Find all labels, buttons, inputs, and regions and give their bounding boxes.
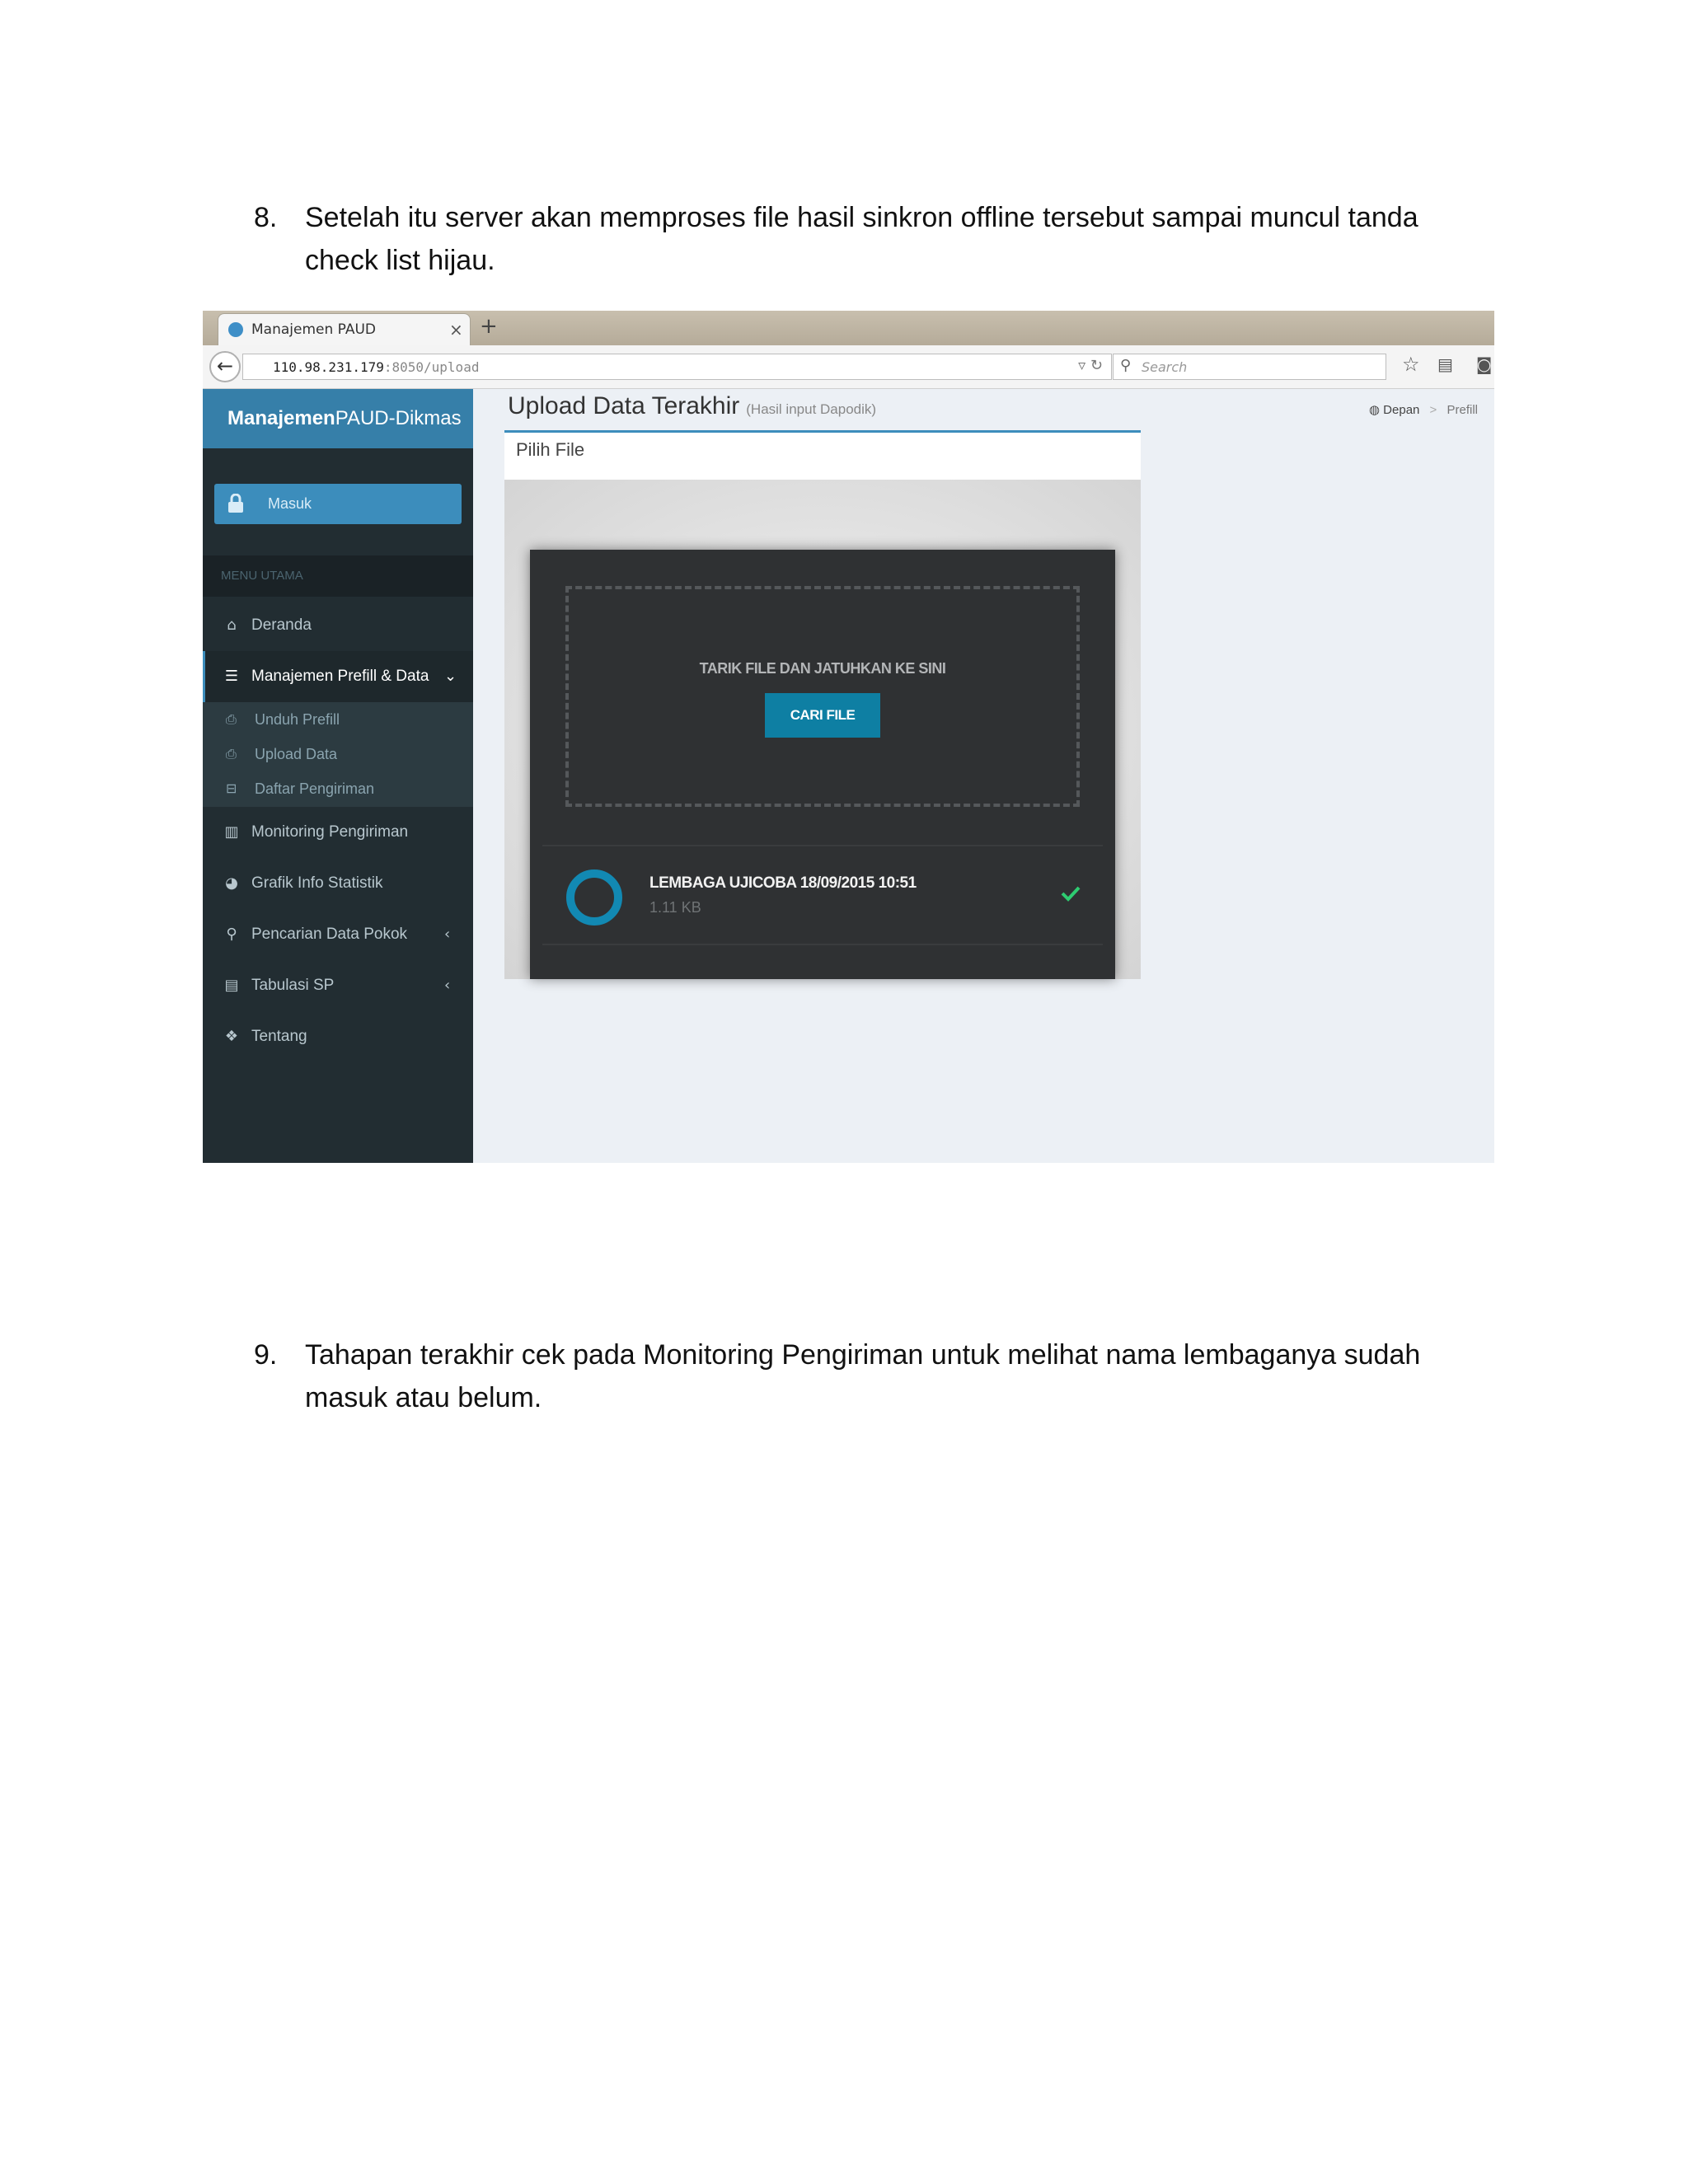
progress-ring-icon <box>566 869 622 926</box>
chevron-left-icon: ‹ <box>444 926 451 943</box>
browser-navbar: ← 110.98.231.179:8050/upload ▿ ↻ ⚲ Searc… <box>203 345 1494 389</box>
check-icon <box>1061 886 1081 902</box>
sidebar-item-label: Grafik Info Statistik <box>251 874 383 892</box>
breadcrumb: ◍ Depan > Prefill <box>1368 402 1478 417</box>
breadcrumb-prefill: Prefill <box>1447 403 1478 417</box>
reading-list-icon[interactable]: ▤ <box>1437 354 1453 374</box>
chevron-left-icon: ‹ <box>444 977 451 994</box>
step-number: 8. <box>254 202 278 233</box>
bar-chart-icon: ▥ <box>224 823 239 841</box>
login-label: Masuk <box>268 495 312 512</box>
submenu-item-daftar-pengiriman[interactable]: ⊟ Daftar Pengiriman <box>203 771 473 806</box>
file-item: LEMBAGA UJICOBA 18/09/2015 10:51 1.11 KB <box>542 848 1103 943</box>
menu-header: MENU UTAMA <box>203 555 473 597</box>
home-icon: ⌂ <box>227 616 237 634</box>
step-text: Tahapan terakhir cek pada Monitoring Pen… <box>305 1339 1421 1413</box>
file-list-divider <box>542 845 1103 846</box>
sidebar-item-label: Tentang <box>251 1028 307 1045</box>
file-list-divider <box>542 944 1103 945</box>
sidebar-item-label: Monitoring Pengiriman <box>251 823 409 841</box>
browser-tab-bar: Manajemen PAUD × + <box>203 311 1494 346</box>
new-tab-icon[interactable]: + <box>480 314 498 339</box>
sidebar-item-pencarian[interactable]: ⚲ Pencarian Data Pokok ‹ <box>203 909 473 960</box>
pie-chart-icon: ◕ <box>225 874 238 892</box>
dashboard-icon: ◍ <box>1368 402 1380 417</box>
cubes-icon: ❖ <box>224 1028 239 1045</box>
submenu-item-label: Unduh Prefill <box>255 711 340 728</box>
login-button[interactable]: Masuk <box>214 484 462 524</box>
browse-file-button[interactable]: CARI FILE <box>765 693 880 738</box>
submenu-item-label: Daftar Pengiriman <box>255 780 375 797</box>
browser-tab[interactable]: Manajemen PAUD × <box>218 313 471 346</box>
dropzone-text: TARIK FILE DAN JATUHKAN KE SINI <box>699 660 946 677</box>
step-text: Setelah itu server akan memproses file h… <box>305 202 1418 276</box>
address-bar[interactable]: 110.98.231.179:8050/upload ▿ ↻ <box>242 354 1112 380</box>
app-logo[interactable]: ManajemenPAUD-Dikmas <box>203 389 473 448</box>
sidebar-item-label: Pencarian Data Pokok <box>251 926 408 943</box>
sidebar-item-monitoring[interactable]: ▥ Monitoring Pengiriman <box>203 807 473 858</box>
panel-title: Pilih File <box>516 439 585 460</box>
sidebar-item-tentang[interactable]: ❖ Tentang <box>203 1011 473 1062</box>
upload-panel: Pilih File TARIK FILE DAN JATUHKAN KE SI… <box>504 430 1141 979</box>
upload-card: TARIK FILE DAN JATUHKAN KE SINI CARI FIL… <box>530 550 1115 979</box>
breadcrumb-depan[interactable]: Depan <box>1383 403 1419 417</box>
search-icon: ⚲ <box>226 926 237 943</box>
sidebar-item-grafik[interactable]: ◕ Grafik Info Statistik <box>203 858 473 909</box>
upload-icon: ⎙ <box>226 746 237 762</box>
embedded-screenshot: Manajemen PAUD × + ← 110.98.231.179:8050… <box>203 311 1494 1163</box>
bookmark-star-icon[interactable]: ☆ <box>1402 353 1420 376</box>
file-size: 1.11 KB <box>649 899 701 916</box>
page-title: Upload Data Terakhir (Hasil input Dapodik… <box>508 392 877 419</box>
back-arrow-icon[interactable]: ← <box>209 351 241 382</box>
sidebar-item-manajemen-prefill[interactable]: ☰ Manajemen Prefill & Data ⌄ <box>203 651 473 702</box>
upload-area-bg: TARIK FILE DAN JATUHKAN KE SINI CARI FIL… <box>504 480 1141 979</box>
tab-title: Manajemen PAUD <box>251 321 376 338</box>
chevron-down-icon: ⌄ <box>444 668 457 685</box>
sidebar-item-label: Tabulasi SP <box>251 977 335 994</box>
main-content: Upload Data Terakhir (Hasil input Dapodik… <box>473 389 1494 1163</box>
submenu-item-unduh-prefill[interactable]: ⎙ Unduh Prefill <box>203 702 473 737</box>
url-text: 110.98.231.179:8050/upload <box>273 359 480 375</box>
sidebar-item-label: Manajemen Prefill & Data <box>251 668 429 685</box>
table-icon: ▤ <box>224 977 239 994</box>
reload-icon[interactable]: ▿ ↻ <box>1078 357 1103 374</box>
favicon-icon <box>228 322 243 337</box>
lock-icon <box>228 494 243 513</box>
sidebar: ManajemenPAUD-Dikmas Masuk MENU UTAMA ⌂ … <box>203 389 473 1163</box>
sidebar-item-beranda[interactable]: ⌂ Deranda <box>203 600 473 651</box>
search-input[interactable]: ⚲ Search <box>1113 354 1386 380</box>
step-number: 9. <box>254 1339 278 1371</box>
file-name: LEMBAGA UJICOBA 18/09/2015 10:51 <box>649 874 917 892</box>
sidebar-item-tabulasi[interactable]: ▤ Tabulasi SP ‹ <box>203 960 473 1011</box>
close-icon[interactable]: × <box>449 320 463 340</box>
submenu-item-label: Upload Data <box>255 746 338 762</box>
pocket-icon[interactable]: ◙ <box>1476 354 1492 374</box>
submenu: ⎙ Unduh Prefill ⎙ Upload Data ⊟ Daftar P… <box>203 702 473 807</box>
search-icon: ⚲ <box>1120 357 1132 374</box>
dropzone[interactable]: TARIK FILE DAN JATUHKAN KE SINI CARI FIL… <box>565 586 1080 807</box>
sidebar-item-label: Deranda <box>251 616 312 634</box>
sliders-icon: ☰ <box>224 668 239 685</box>
submenu-item-upload-data[interactable]: ⎙ Upload Data <box>203 737 473 771</box>
page-subtitle: (Hasil input Dapodik) <box>746 401 877 417</box>
inbox-icon: ⊟ <box>226 780 237 796</box>
download-icon: ⎙ <box>226 711 237 727</box>
search-placeholder: Search <box>1142 359 1188 375</box>
